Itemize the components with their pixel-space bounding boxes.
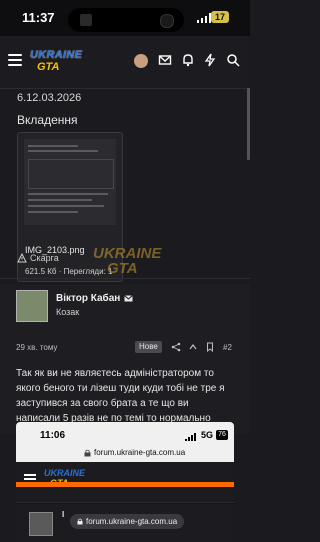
embedded-network: 5G xyxy=(201,430,214,440)
embedded-screenshot: 11:06 5G 76 forum.ukraine-gta.com.ua UKR… xyxy=(16,422,234,542)
attachment-thumbnail[interactable] xyxy=(24,139,116,225)
embedded-site-logo: UKRAINE GTA xyxy=(44,466,85,494)
share-icon[interactable] xyxy=(171,342,181,352)
embedded-pill-url: forum.ukraine-gta.com.ua xyxy=(86,517,178,526)
mail-icon[interactable] xyxy=(124,294,134,303)
embedded-battery-icon: 76 xyxy=(216,430,228,440)
embedded-signal-icon xyxy=(185,433,196,441)
embedded-status-bar: 11:06 5G 76 forum.ukraine-gta.com.ua xyxy=(16,422,234,462)
embedded-accent-bar xyxy=(16,482,234,487)
author-role: Козак xyxy=(56,307,80,317)
lock-icon xyxy=(77,518,83,525)
music-icon xyxy=(80,14,92,26)
embedded-time: 11:06 xyxy=(40,430,66,441)
mail-icon[interactable] xyxy=(158,53,172,67)
embedded-url-bar: forum.ukraine-gta.com.ua xyxy=(84,448,185,457)
battery-icon: 17 xyxy=(211,11,229,23)
bell-icon[interactable] xyxy=(181,53,195,67)
site-watermark: UKRAINE GTA xyxy=(93,245,161,285)
logo-text-top: UKRAINE xyxy=(30,49,83,61)
post-number[interactable]: #2 xyxy=(223,343,232,352)
embedded-url: forum.ukraine-gta.com.ua xyxy=(94,448,186,457)
site-logo[interactable]: UKRAINE GTA xyxy=(30,46,82,76)
post-body: Так як ви не являєтесь адміністратором т… xyxy=(16,368,225,424)
report-label: Скарга xyxy=(30,253,59,263)
watermark-text-bottom: GTA xyxy=(107,260,138,277)
camera-dot-icon xyxy=(160,14,174,28)
new-badge: Нове xyxy=(135,341,162,353)
author-avatar[interactable] xyxy=(16,290,48,322)
status-time: 11:37 xyxy=(22,10,55,25)
chevron-up-icon[interactable] xyxy=(188,342,198,352)
logo-text-bottom: GTA xyxy=(37,61,60,73)
embedded-url-pill: forum.ukraine-gta.com.ua xyxy=(70,514,185,529)
lock-icon xyxy=(84,449,91,456)
embedded-name: I xyxy=(62,510,65,519)
author-name-label: Віктор Кабан xyxy=(56,293,121,304)
menu-icon[interactable] xyxy=(8,54,22,66)
embedded-logo-top: UKRAINE xyxy=(44,468,86,478)
attachments-heading: Вкладення xyxy=(17,113,78,127)
bookmark-icon[interactable] xyxy=(205,342,215,352)
dynamic-island xyxy=(68,8,184,32)
post-time[interactable]: 29 хв. тому xyxy=(16,343,57,352)
lightning-icon[interactable] xyxy=(203,53,217,67)
warning-icon xyxy=(17,253,27,263)
user-avatar[interactable] xyxy=(134,54,148,68)
forum-post: Віктор Кабан Козак 29 хв. тому Нове #2 Т… xyxy=(0,284,250,434)
embedded-avatar xyxy=(29,512,53,536)
search-icon[interactable] xyxy=(226,53,240,67)
signal-icon xyxy=(197,13,211,23)
author-name[interactable]: Віктор Кабан xyxy=(56,293,134,304)
thread-content: 6.12.03.2026 Вкладення IMG_2103.png 621.… xyxy=(0,88,250,542)
divider xyxy=(0,278,250,279)
forum-header: UKRAINE GTA xyxy=(0,36,250,89)
post-date: 6.12.03.2026 xyxy=(17,92,82,104)
embedded-post-area: I forum.ukraine-gta.com.ua xyxy=(16,504,234,542)
phone-status-bar: 11:37 17 xyxy=(0,0,250,36)
scrollbar[interactable] xyxy=(247,88,250,160)
report-link[interactable]: Скарга xyxy=(17,253,59,263)
